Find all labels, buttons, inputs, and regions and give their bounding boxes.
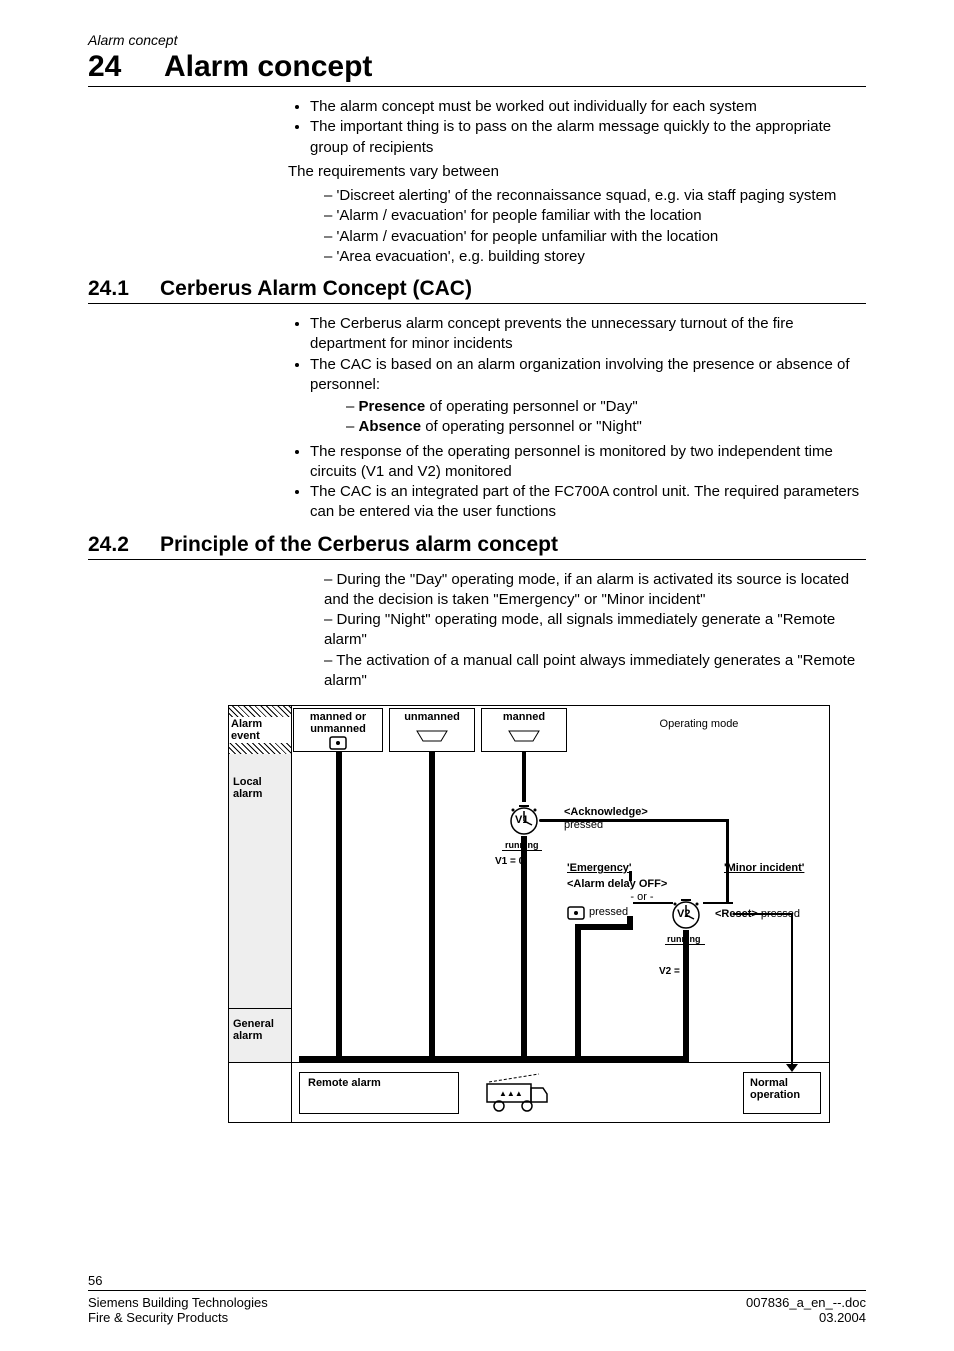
footer-right-1: 007836_a_en_--.doc [746, 1295, 866, 1310]
rule [88, 86, 866, 87]
footer-left-1: Siemens Building Technologies [88, 1295, 268, 1310]
running-header: Alarm concept [88, 32, 866, 48]
page-footer: 56 Siemens Building Technologies 007836_… [88, 1273, 866, 1325]
v1-zero-label: V1 = 0 [495, 856, 524, 867]
alarm-event-cell: Alarm event [229, 706, 291, 754]
local-alarm-label: Local alarm [233, 776, 289, 800]
left-col-bg [229, 754, 291, 1062]
page-number: 56 [88, 1273, 866, 1288]
intro-block: The alarm concept must be worked out ind… [288, 97, 866, 267]
h2-number: 24.2 [88, 533, 142, 557]
footer-right-2: 03.2004 [819, 1310, 866, 1325]
normal-operation-box: Normal operation [743, 1072, 821, 1114]
mcp-pressed-label: pressed [589, 906, 628, 918]
intro-dash: 'Discreet alerting' of the reconnaissanc… [324, 186, 866, 206]
arrowhead-icon [786, 1064, 798, 1072]
remote-alarm-box: Remote alarm [299, 1072, 459, 1114]
svg-text:▲▲▲: ▲▲▲ [499, 1089, 523, 1098]
manual-call-point-icon [329, 736, 347, 752]
heading-2: 24.1 Cerberus Alarm Concept (CAC) [88, 277, 866, 301]
h2-title: Cerberus Alarm Concept (CAC) [160, 277, 472, 301]
heading-2: 24.2 Principle of the Cerberus alarm con… [88, 533, 866, 557]
s242-dash: The activation of a manual call point al… [324, 651, 866, 692]
general-alarm-label: General alarm [233, 1018, 289, 1042]
intro-bullet: The alarm concept must be worked out ind… [310, 97, 866, 117]
s241-item: The CAC is based on an alarm organizatio… [310, 355, 866, 438]
intro-dash: 'Area evacuation', e.g. building storey [324, 247, 866, 267]
flow-arrow [336, 752, 342, 1062]
flow-arrow [522, 752, 526, 802]
flow-arrow [429, 752, 435, 1062]
flow-arrow [683, 930, 689, 1056]
manual-call-point-icon [567, 906, 585, 920]
emergency-label: 'Emergency' [567, 862, 632, 874]
s241-item: The response of the operating personnel … [310, 442, 866, 483]
flow-arrow [299, 1056, 689, 1062]
minor-incident-label: 'Minor incident' [724, 862, 804, 874]
footer-left-2: Fire & Security Products [88, 1310, 228, 1325]
manned-unmanned-cell: manned or unmanned [293, 708, 383, 752]
intro-req-line: The requirements vary between [288, 162, 866, 182]
alarm-concept-diagram: Alarm event manned or unmanned unmanned … [228, 705, 868, 1123]
rule [88, 559, 866, 560]
fire-truck-icon: ▲▲▲ [481, 1070, 551, 1116]
s242-dash: During the "Day" operating mode, if an a… [324, 570, 866, 611]
intro-bullet: The important thing is to pass on the al… [310, 117, 866, 158]
s241-item: The CAC is an integrated part of the FC7… [310, 482, 866, 523]
flow-arrow [521, 836, 527, 1062]
detector-icon [415, 729, 449, 743]
v2-label: V2 [677, 908, 690, 920]
s241-item-text: The CAC is based on an alarm organizatio… [310, 356, 849, 393]
operating-mode-label: Operating mode [599, 718, 799, 730]
h2-number: 24.1 [88, 277, 142, 301]
intro-dash: 'Alarm / evacuation' for people familiar… [324, 206, 866, 226]
s241-sub: Absence of operating personnel or "Night… [346, 417, 866, 437]
detector-icon [507, 729, 541, 743]
s242-block: During the "Day" operating mode, if an a… [288, 570, 866, 692]
s241-block: The Cerberus alarm concept prevents the … [288, 314, 866, 523]
h1-title: Alarm concept [164, 50, 372, 84]
v1-label: V1 [515, 814, 528, 826]
heading-1: 24 Alarm concept [88, 50, 866, 84]
flow-arrow [539, 819, 729, 822]
s242-dash: During "Night" operating mode, all signa… [324, 610, 866, 651]
manned-cell: manned [481, 708, 567, 752]
intro-dash: 'Alarm / evacuation' for people unfamili… [324, 227, 866, 247]
unmanned-cell: unmanned [389, 708, 475, 752]
flow-arrow [575, 924, 581, 1062]
s241-item: The Cerberus alarm concept prevents the … [310, 314, 866, 355]
h1-number: 24 [88, 50, 136, 84]
rule [88, 303, 866, 304]
s241-sub: Presence of operating personnel or "Day" [346, 397, 866, 417]
h2-title: Principle of the Cerberus alarm concept [160, 533, 558, 557]
